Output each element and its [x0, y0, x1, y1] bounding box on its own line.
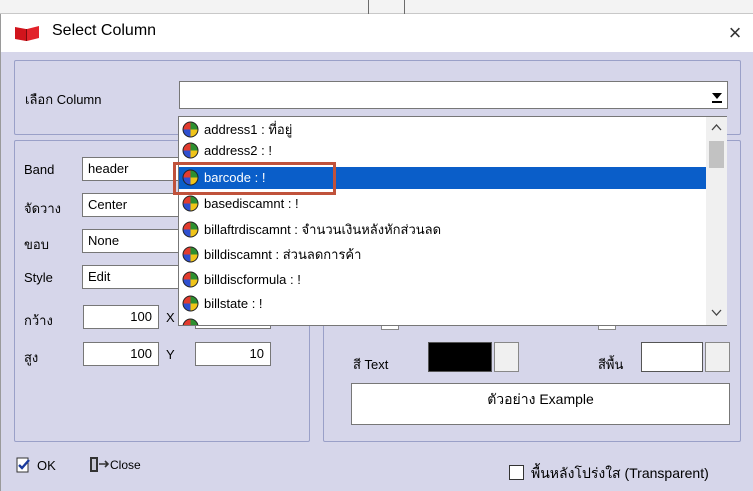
column-ball-icon: [182, 318, 199, 325]
bg-color-swatch: [641, 342, 703, 372]
dropdown-scrollbar[interactable]: [706, 117, 727, 325]
list-item-partial[interactable]: [179, 316, 706, 325]
width-field[interactable]: 100: [83, 305, 159, 329]
list-item-label: address2 : !: [204, 143, 272, 158]
dialog-title: Select Column: [52, 22, 157, 39]
band-field[interactable]: header: [82, 157, 182, 181]
combobox-dropdown-button[interactable]: [706, 83, 726, 107]
band-label: Band: [24, 162, 55, 177]
list-item-selected[interactable]: barcode : !: [179, 167, 706, 189]
close-icon[interactable]: ×: [720, 18, 750, 48]
column-ball-icon: [182, 142, 199, 159]
chevron-down-icon-bar: [712, 101, 722, 103]
background-divider: [404, 0, 405, 14]
chevron-down-icon: [712, 93, 722, 99]
chevron-down-icon[interactable]: [711, 309, 722, 317]
title-bar: Select Column ×: [1, 14, 753, 52]
column-ball-icon: [182, 271, 199, 288]
select-column-label: เลือก Column: [25, 92, 102, 107]
book-icon: [15, 26, 39, 41]
text-color-picker-button[interactable]: [494, 342, 519, 372]
border-label: ขอบ: [24, 237, 49, 252]
text-color-swatch: [428, 342, 492, 372]
column-ball-icon: [182, 221, 199, 238]
background-window-strip: [0, 0, 753, 14]
chevron-up-icon[interactable]: [711, 123, 722, 131]
list-item-label: billdiscformula : !: [204, 272, 301, 287]
bg-color-label: สีพื้น: [598, 357, 624, 372]
column-ball-icon: [182, 246, 199, 263]
list-item[interactable]: billdiscamnt : ส่วนลดการค้า: [179, 244, 706, 265]
list-item[interactable]: address2 : !: [179, 140, 706, 161]
align-field[interactable]: Center: [82, 193, 182, 217]
scrollbar-thumb[interactable]: [709, 141, 724, 168]
align-label: จัดวาง: [24, 201, 62, 216]
door-exit-icon: [90, 457, 110, 472]
column-ball-icon: [182, 295, 199, 312]
list-item[interactable]: billaftrdiscamnt : จำนวนเงินหลังหักส่วนล…: [179, 219, 706, 240]
check-document-icon: [16, 457, 30, 473]
list-item[interactable]: address1 : ที่อยู่: [179, 119, 706, 140]
list-item-label: billaftrdiscamnt : จำนวนเงินหลังหักส่วนล…: [204, 222, 442, 237]
list-item[interactable]: basediscamnt : !: [179, 193, 706, 214]
column-dropdown-list[interactable]: address1 : ที่อยู่ address2 : ! barcode …: [178, 116, 727, 326]
x-label: X: [166, 310, 175, 325]
y-label: Y: [166, 347, 175, 362]
list-item[interactable]: billdiscformula : !: [179, 269, 706, 290]
background-divider: [368, 0, 369, 14]
y-field[interactable]: 10: [195, 342, 271, 366]
height-label: สูง: [24, 350, 39, 365]
transparent-label: พื้นหลังโปร่งใส (Transparent): [531, 465, 709, 481]
column-combobox[interactable]: [179, 81, 728, 109]
close-button[interactable]: Close: [110, 458, 141, 472]
list-item-label: billdiscamnt : ส่วนลดการค้า: [204, 247, 362, 262]
column-ball-icon: [182, 195, 199, 212]
list-item-label: basediscamnt : !: [204, 196, 299, 211]
transparent-checkbox[interactable]: [509, 465, 524, 480]
style-field[interactable]: Edit: [82, 265, 182, 289]
column-ball-icon: [182, 169, 199, 186]
text-color-label: สี Text: [353, 357, 389, 372]
width-label: กว้าง: [24, 313, 53, 328]
bg-color-picker-button[interactable]: [705, 342, 730, 372]
example-preview: ตัวอย่าง Example: [351, 383, 730, 425]
list-item-label: address1 : ที่อยู่: [204, 122, 293, 137]
style-label: Style: [24, 270, 53, 285]
list-item-label: billstate : !: [204, 296, 263, 311]
border-field[interactable]: None: [82, 229, 182, 253]
column-ball-icon: [182, 121, 199, 138]
list-item[interactable]: billstate : !: [179, 293, 706, 314]
ok-button[interactable]: OK: [37, 458, 56, 473]
list-item-label: barcode : !: [204, 170, 266, 185]
height-field[interactable]: 100: [83, 342, 159, 366]
